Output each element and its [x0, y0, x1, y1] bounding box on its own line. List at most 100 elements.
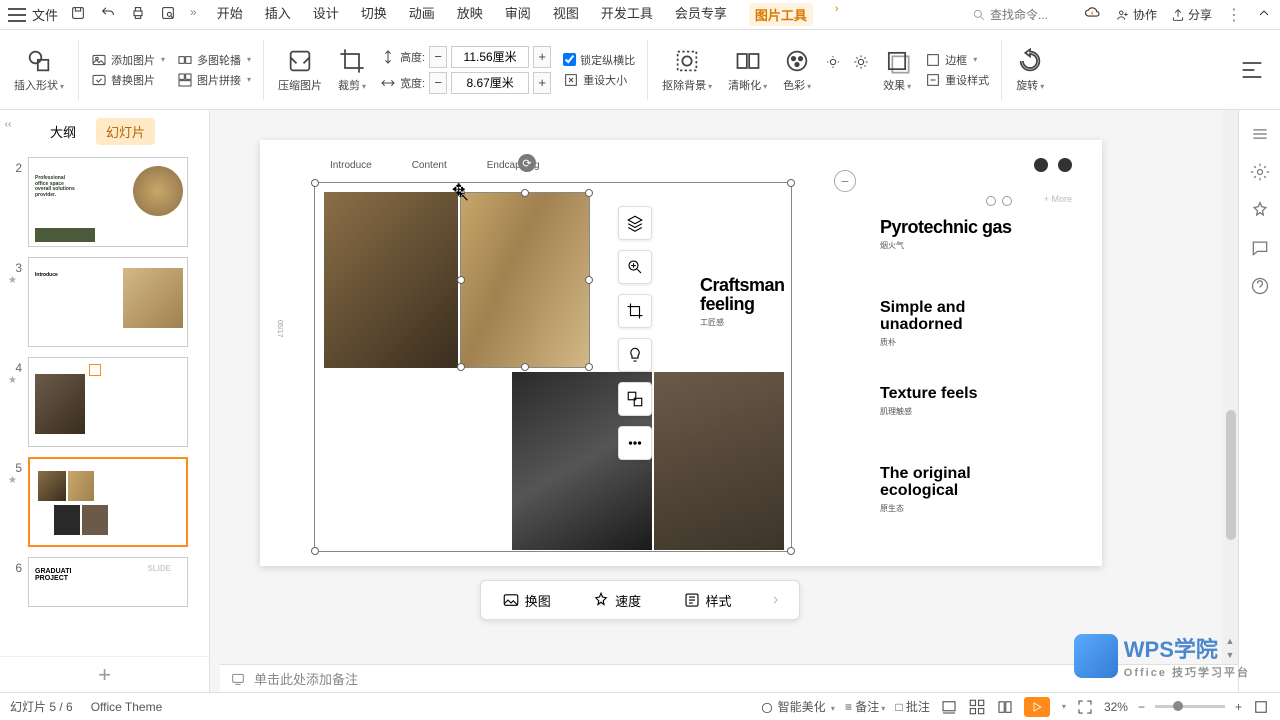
border-button[interactable]: 边框▾ [925, 52, 989, 68]
notes-placeholder[interactable]: 单击此处添加备注 [254, 669, 358, 688]
width-input[interactable] [451, 72, 529, 94]
tab-member[interactable]: 会员专享 [675, 3, 727, 26]
tab-design[interactable]: 设计 [313, 3, 339, 26]
lock-ratio-checkbox[interactable]: 锁定纵横比 [563, 52, 635, 68]
rotate-handle-icon[interactable]: ⟳ [518, 154, 536, 172]
preview-icon[interactable] [160, 5, 176, 24]
width-decrease[interactable]: − [429, 72, 447, 94]
cloud-sync-icon[interactable] [1084, 4, 1102, 25]
brightness-up-button[interactable] [853, 54, 869, 70]
command-search[interactable] [972, 8, 1070, 22]
slideshow-button[interactable] [1024, 697, 1050, 717]
page-counter: 05/17 [276, 320, 283, 338]
tab-slideshow[interactable]: 放映 [457, 3, 483, 26]
change-image-button[interactable]: 换图 [502, 591, 551, 610]
height-input[interactable] [451, 46, 529, 68]
action-bar-next-icon[interactable]: › [773, 591, 778, 609]
help-rail-icon[interactable] [1250, 276, 1270, 296]
search-input[interactable] [990, 8, 1070, 22]
style-button[interactable]: 样式 [683, 591, 732, 610]
hamburger-rail-icon[interactable] [1250, 124, 1270, 144]
print-icon[interactable] [130, 5, 146, 24]
more-tool[interactable] [618, 426, 652, 460]
collapse-ribbon-icon[interactable] [1256, 5, 1272, 24]
spark-rail-icon[interactable] [1250, 200, 1270, 220]
speed-button[interactable]: 速度 [592, 591, 641, 610]
zoom-value[interactable]: 32% [1104, 700, 1128, 714]
reset-style-button[interactable]: 重设样式 [925, 72, 989, 88]
right-rail [1238, 110, 1280, 692]
zoom-in-icon[interactable]: + [1235, 700, 1242, 714]
more-menu-icon[interactable]: ⋮ [1226, 5, 1242, 25]
file-menu[interactable]: 文件 [32, 5, 58, 24]
zoom-out-icon[interactable]: − [1138, 700, 1145, 714]
save-icon[interactable] [70, 5, 86, 24]
color-button[interactable]: 色彩▾ [777, 30, 817, 109]
slide-canvas[interactable]: IntroduceContentEndcapping + More 05/17 [210, 110, 1238, 692]
beautify-button[interactable]: 智能美化 ▾ [760, 698, 835, 715]
compress-image-button[interactable]: 压缩图片 [272, 30, 328, 109]
slide-thumb-3[interactable]: Introduce [28, 257, 188, 347]
replace-image-button[interactable]: 替换图片 [91, 72, 165, 88]
vertical-scrollbar[interactable]: ▲ ▼ ⌃ ⌄ [1222, 110, 1238, 692]
sorter-view-icon[interactable] [968, 698, 986, 716]
image-collage-button[interactable]: 图片拼接▾ [177, 72, 251, 88]
zoom-slider[interactable] [1155, 705, 1225, 708]
qat-overflow-icon[interactable]: » [190, 5, 197, 24]
scroll-thumb[interactable] [1226, 410, 1236, 540]
height-decrease[interactable]: − [429, 46, 447, 68]
idea-tool[interactable] [618, 338, 652, 372]
align-button[interactable] [1232, 30, 1272, 109]
insert-shape-button[interactable]: 插入形状▾ [8, 30, 70, 109]
fullscreen-icon[interactable] [1252, 698, 1270, 716]
slide-content[interactable]: IntroduceContentEndcapping + More 05/17 [260, 140, 1102, 566]
tab-image-tools[interactable]: 图片工具 [749, 3, 813, 26]
collab-button[interactable]: 协作 [1116, 6, 1157, 23]
slide-thumb-6[interactable]: GRADUATIPROJECT SLIDE [28, 557, 188, 607]
tab-start[interactable]: 开始 [217, 3, 243, 26]
effects-button[interactable]: 效果▾ [877, 30, 917, 109]
rotate-button[interactable]: 旋转▾ [1010, 30, 1050, 109]
slide-thumb-2[interactable]: Professionaloffice spaceoverall solution… [28, 157, 188, 247]
group-tool[interactable] [618, 382, 652, 416]
collapse-tools-icon[interactable]: − [834, 170, 856, 192]
width-increase[interactable]: + [533, 72, 551, 94]
hamburger-icon[interactable] [8, 8, 26, 22]
reading-view-icon[interactable] [996, 698, 1014, 716]
tab-developer[interactable]: 开发工具 [601, 3, 653, 26]
settings-rail-icon[interactable] [1250, 162, 1270, 182]
fit-view-icon[interactable] [1076, 698, 1094, 716]
slide-thumbnails[interactable]: 2 Professionaloffice spaceoverall soluti… [0, 153, 209, 656]
add-slide-button[interactable]: + [0, 656, 209, 692]
notes-toggle[interactable]: ≡ 备注▾ [845, 698, 885, 715]
undo-icon[interactable] [100, 5, 116, 24]
comment-rail-icon[interactable] [1250, 238, 1270, 258]
outline-tab[interactable]: 大纲 [40, 118, 86, 145]
tab-transition[interactable]: 切换 [361, 3, 387, 26]
crop-tool[interactable] [618, 294, 652, 328]
add-image-button[interactable]: 添加图片▾ [91, 52, 165, 68]
tab-review[interactable]: 审阅 [505, 3, 531, 26]
reset-size-button[interactable]: 重设大小 [563, 72, 635, 88]
clarity-button[interactable]: 清晰化▾ [722, 30, 773, 109]
remove-bg-button[interactable]: 抠除背景▾ [656, 30, 718, 109]
collapse-panel-icon[interactable]: ‹‹ [0, 114, 16, 134]
slide-thumb-4[interactable] [28, 357, 188, 447]
slide-header-icons [1034, 158, 1072, 172]
ribbon-tabs: 开始 插入 设计 切换 动画 放映 审阅 视图 开发工具 会员专享 图片工具 › [217, 3, 839, 26]
comments-toggle[interactable]: □ 批注 [895, 698, 930, 715]
zoom-tool[interactable] [618, 250, 652, 284]
crop-button[interactable]: 裁剪▾ [332, 30, 372, 109]
share-button[interactable]: 分享 [1171, 6, 1212, 23]
slide-thumb-5[interactable] [28, 457, 188, 547]
tab-next-icon[interactable]: › [835, 3, 839, 26]
height-increase[interactable]: + [533, 46, 551, 68]
tab-view[interactable]: 视图 [553, 3, 579, 26]
slides-tab[interactable]: 幻灯片 [96, 118, 155, 145]
tab-animation[interactable]: 动画 [409, 3, 435, 26]
brightness-down-button[interactable] [825, 54, 841, 70]
layers-tool[interactable] [618, 206, 652, 240]
normal-view-icon[interactable] [940, 698, 958, 716]
tab-insert[interactable]: 插入 [265, 3, 291, 26]
multi-carousel-button[interactable]: 多图轮播▾ [177, 52, 251, 68]
